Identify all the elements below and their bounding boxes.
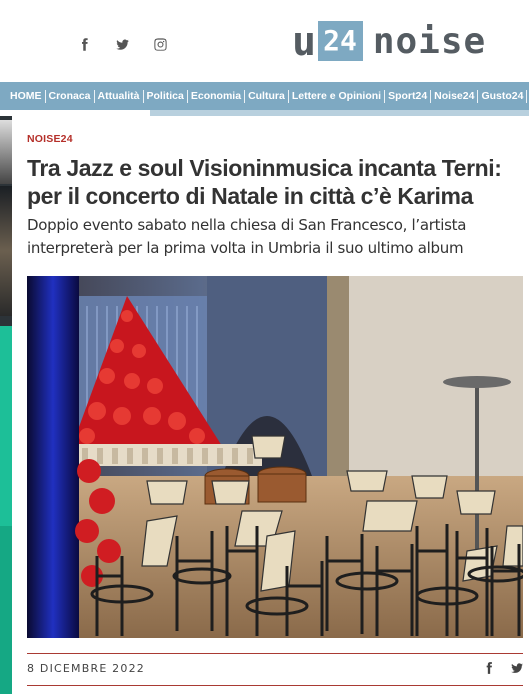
divider bbox=[27, 653, 523, 654]
nav-item-economia[interactable]: Economia bbox=[188, 89, 246, 103]
logo-number: 24 bbox=[318, 21, 363, 61]
side-banner-panel bbox=[0, 526, 12, 694]
twitter-share-icon[interactable] bbox=[510, 660, 524, 679]
side-banner-panel bbox=[0, 326, 12, 526]
site-header: u 24 noise bbox=[0, 0, 529, 82]
nav-item-gusto24[interactable]: Gusto24 bbox=[478, 89, 528, 103]
nav-item-home[interactable]: HOME bbox=[10, 89, 46, 103]
article-subtitle: Doppio evento sabato nella chiesa di San… bbox=[27, 216, 467, 257]
article-title: Tra Jazz e soul Visioninmusica incanta T… bbox=[27, 155, 502, 209]
side-banner[interactable] bbox=[0, 116, 12, 694]
nav-item-cultura[interactable]: Cultura bbox=[245, 89, 289, 103]
divider bbox=[27, 685, 523, 686]
nav-item-politica[interactable]: Politica bbox=[144, 89, 188, 103]
nav-item-attualita[interactable]: Attualità bbox=[95, 89, 144, 103]
concert-hall-image bbox=[27, 276, 523, 638]
nav-accent-strip bbox=[0, 110, 529, 116]
nav-item-cronaca[interactable]: Cronaca bbox=[46, 89, 95, 103]
share-links bbox=[482, 660, 524, 679]
instagram-icon[interactable] bbox=[152, 36, 168, 52]
nav-item-noise24[interactable]: Noise24 bbox=[431, 89, 479, 103]
twitter-icon[interactable] bbox=[114, 36, 130, 52]
side-banner-image bbox=[0, 120, 12, 184]
article-date: 8 DICEMBRE 2022 bbox=[27, 662, 145, 675]
logo-word: noise bbox=[372, 21, 487, 62]
article-photo bbox=[27, 276, 523, 638]
side-banner-image bbox=[0, 186, 12, 316]
logo-prefix: u bbox=[292, 19, 317, 65]
facebook-icon[interactable] bbox=[76, 36, 92, 52]
article-category[interactable]: NOISE24 bbox=[27, 133, 73, 145]
main-navigation: HOME Cronaca Attualità Politica Economia… bbox=[0, 82, 529, 110]
nav-item-sport24[interactable]: Sport24 bbox=[385, 89, 432, 103]
facebook-share-icon[interactable] bbox=[482, 660, 496, 679]
site-logo[interactable]: u 24 noise bbox=[292, 14, 486, 70]
social-links bbox=[76, 36, 168, 52]
nav-item-lettere-opinioni[interactable]: Lettere e Opinioni bbox=[289, 89, 386, 103]
